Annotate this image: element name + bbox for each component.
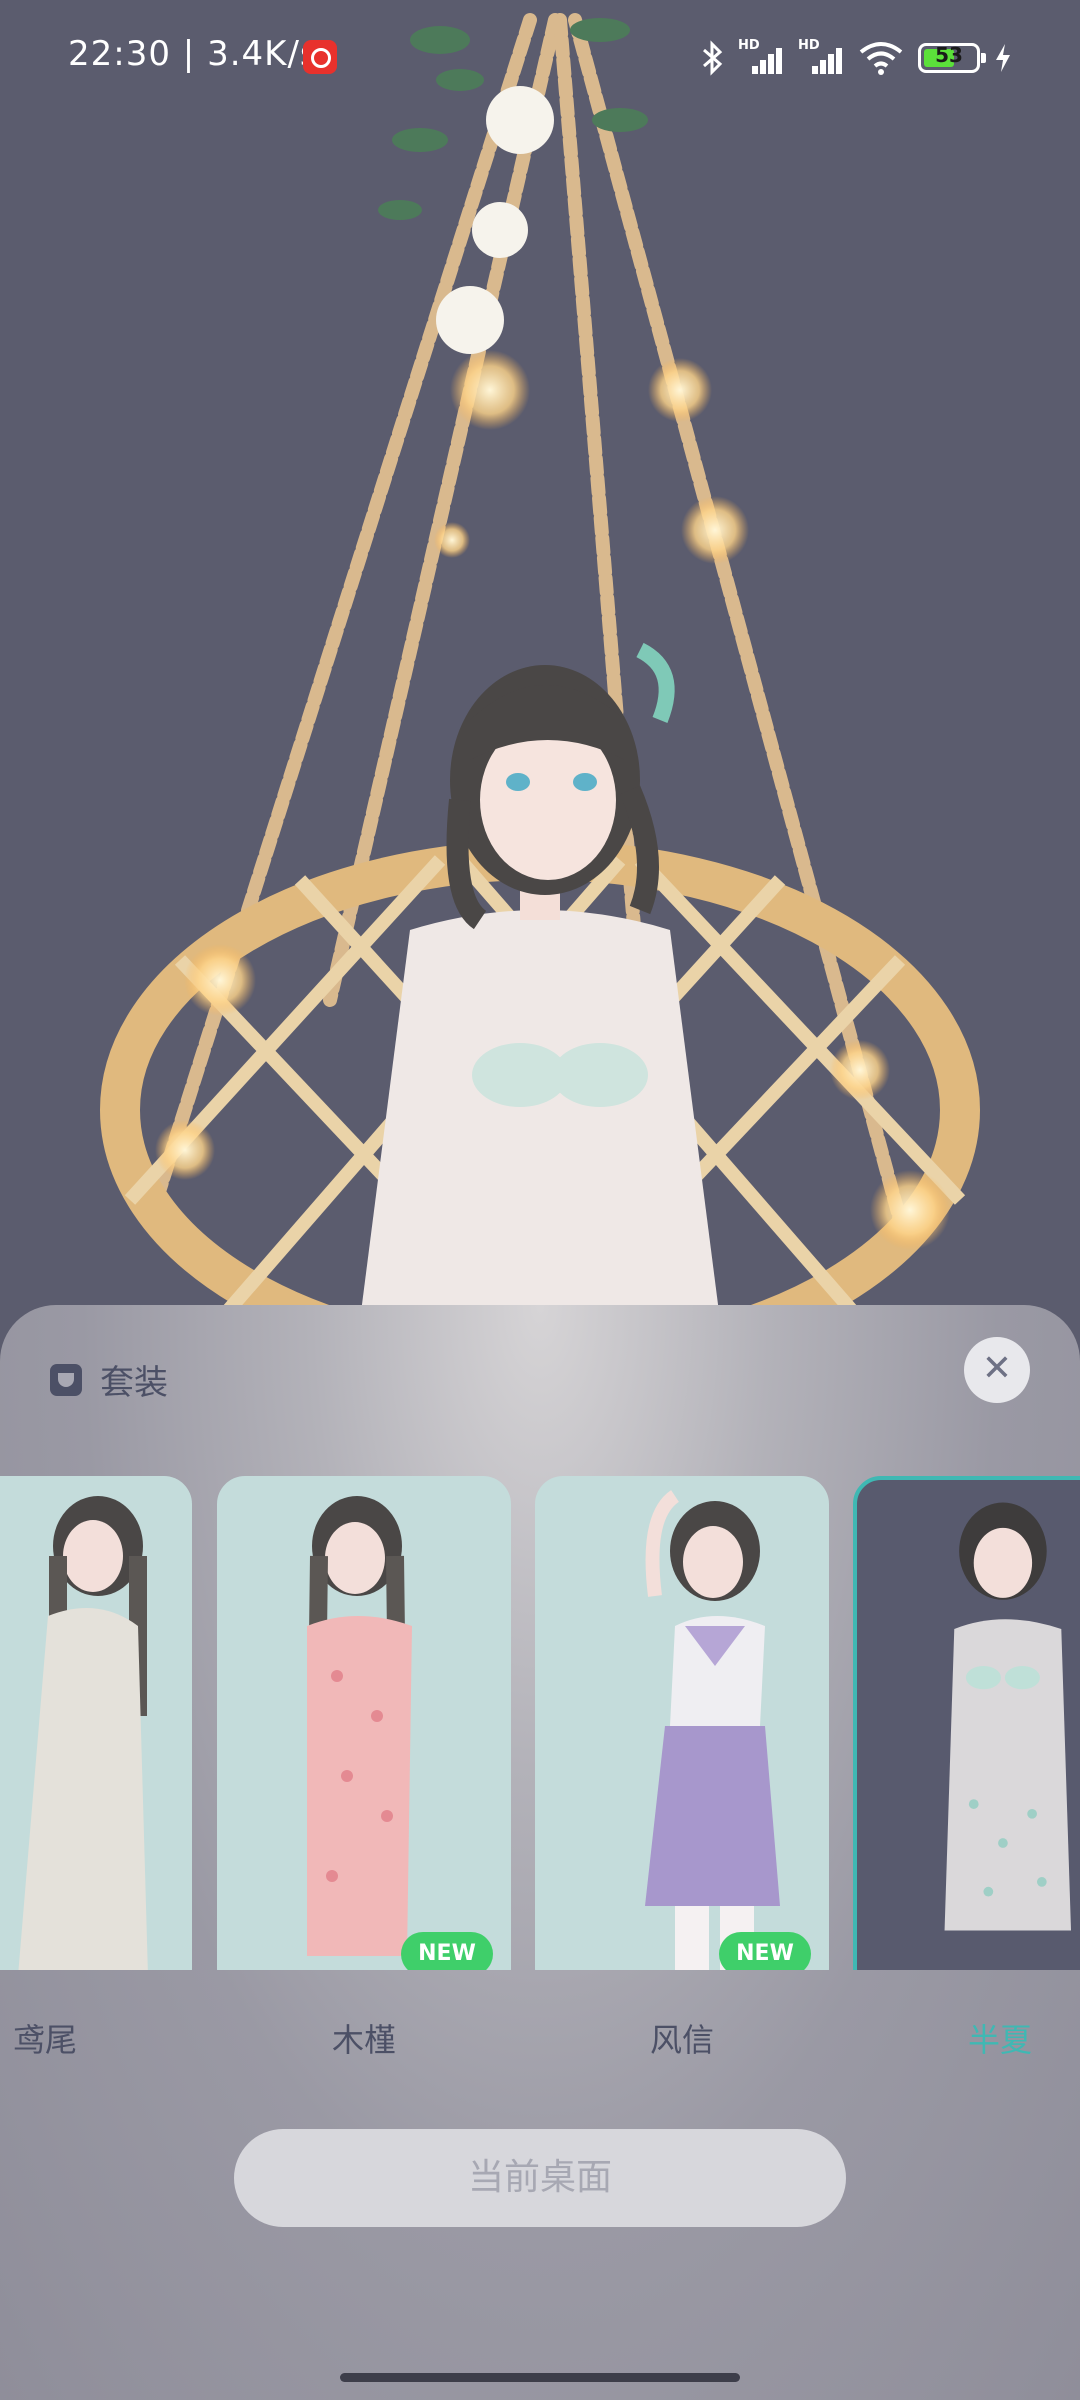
- battery-percent: 53: [935, 43, 963, 67]
- outfit-card-banxia[interactable]: [853, 1476, 1080, 1970]
- status-time: 22:30 | 3.4K/s: [68, 34, 319, 74]
- status-bar: 22:30 | 3.4K/s HD HD 53: [0, 0, 1080, 120]
- network-speed: 3.4K/s: [207, 34, 319, 74]
- signal-icon: HD: [798, 38, 844, 78]
- current-wallpaper-button[interactable]: 当前桌面: [234, 2129, 846, 2227]
- separator: |: [182, 34, 196, 74]
- outfit-thumbnail: [645, 1490, 780, 1970]
- outfit-thumbnail: [18, 1496, 148, 1970]
- signal-icon: HD: [738, 38, 784, 78]
- shirt-icon: [50, 1363, 82, 1396]
- status-icons: HD HD 53: [700, 36, 1012, 80]
- charging-icon: [996, 44, 1010, 72]
- outfit-label-selected: 半夏: [967, 2021, 1032, 2059]
- close-button[interactable]: ✕: [964, 1337, 1030, 1403]
- sheet-title: 套装: [100, 1363, 168, 1403]
- outfit-label: 鸢尾: [12, 2021, 77, 2059]
- home-indicator[interactable]: [340, 2373, 740, 2382]
- netease-music-icon: [303, 40, 337, 74]
- outfit-card-yuanwei[interactable]: [0, 1476, 192, 1970]
- wifi-icon: [859, 42, 903, 75]
- sheet-header: 套装: [50, 1355, 168, 1404]
- hanging-chair-illustration: [100, 13, 980, 1320]
- new-badge: NEW: [401, 1932, 493, 1970]
- outfit-card-mujin[interactable]: NEW: [217, 1476, 511, 1970]
- outfit-thumbnail: [944, 1502, 1072, 1931]
- battery-icon: 53: [918, 43, 986, 73]
- outfit-label: 风信: [649, 2021, 714, 2059]
- clock: 22:30: [68, 34, 171, 74]
- hd-label: HD: [738, 38, 760, 53]
- bluetooth-icon: [703, 40, 723, 76]
- new-badge: NEW: [719, 1932, 811, 1970]
- wallpaper-preview: 22:30 | 3.4K/s HD HD 53: [0, 0, 1080, 1320]
- outfit-label: 木槿: [331, 2021, 396, 2059]
- outfit-thumbnail: [307, 1496, 412, 1956]
- outfit-carousel[interactable]: NEW NEW: [0, 1470, 1080, 1970]
- outfit-sheet: 套装 ✕ NEW NEW 鸢尾 木槿 风信 半夏 当前桌面: [0, 1305, 1080, 2400]
- outfit-card-fengxin[interactable]: NEW: [535, 1476, 829, 1970]
- hd-label: HD: [798, 38, 820, 53]
